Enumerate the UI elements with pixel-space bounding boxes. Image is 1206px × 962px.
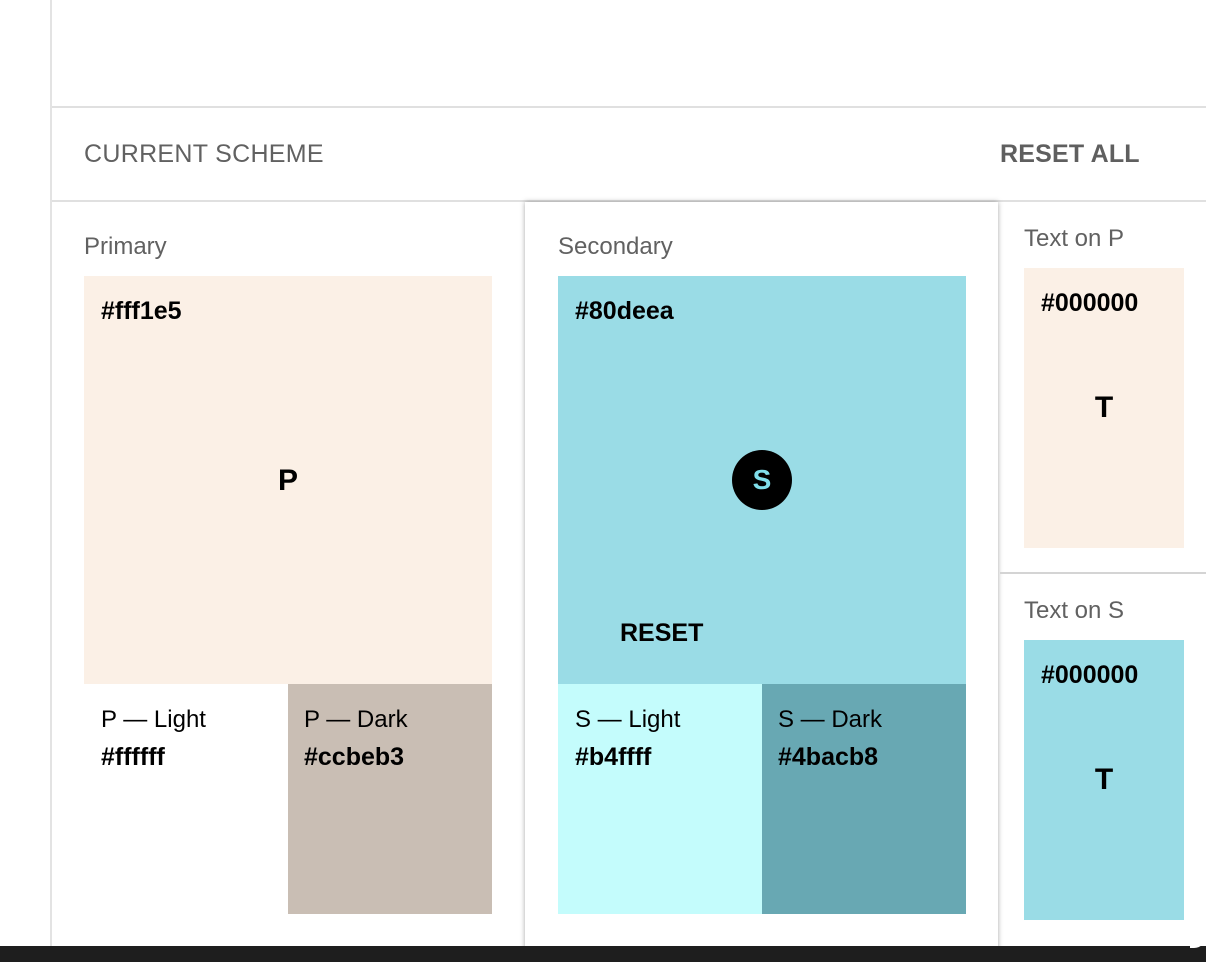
primary-label: Primary xyxy=(84,233,167,260)
text-on-p-label: Text on P xyxy=(1024,225,1125,252)
primary-light-hex: #ffffff xyxy=(101,743,165,771)
primary-dark-swatch[interactable]: P — Dark #ccbeb3 xyxy=(288,684,492,914)
secondary-dark-label: S — Dark xyxy=(778,706,883,733)
text-on-s-swatch[interactable]: #000000 T xyxy=(1024,640,1184,920)
secondary-dark-hex: #4bacb8 xyxy=(778,743,879,771)
secondary-selected-badge: S xyxy=(732,450,792,510)
secondary-reset-button[interactable]: RESET xyxy=(620,619,703,648)
primary-dark-label: P — Dark xyxy=(304,706,408,733)
primary-light-label: P — Light xyxy=(101,706,206,733)
secondary-label: Secondary xyxy=(558,233,673,260)
text-on-s-letter: T xyxy=(1094,763,1114,796)
secondary-light-swatch[interactable]: S — Light #b4ffff xyxy=(558,684,762,914)
text-on-s-hex: #000000 xyxy=(1041,661,1139,689)
text-on-p-hex: #000000 xyxy=(1041,289,1139,317)
primary-dark-hex: #ccbeb3 xyxy=(304,743,405,771)
primary-light-swatch[interactable]: P — Light #ffffff xyxy=(84,684,288,914)
left-divider xyxy=(50,0,52,946)
secondary-swatch[interactable]: #80deea S RESET xyxy=(558,276,966,684)
primary-swatch[interactable]: #fff1e5 P xyxy=(84,276,492,684)
secondary-light-label: S — Light xyxy=(575,706,681,733)
text-section-divider xyxy=(1000,572,1206,574)
secondary-dark-swatch[interactable]: S — Dark #4bacb8 xyxy=(762,684,966,914)
text-on-s-label: Text on S xyxy=(1024,597,1125,624)
secondary-light-hex: #b4ffff xyxy=(575,743,652,771)
reset-all-button[interactable]: RESET ALL xyxy=(1000,140,1140,169)
text-on-p-letter: T xyxy=(1094,391,1114,424)
secondary-hex: #80deea xyxy=(575,297,674,325)
primary-letter: P xyxy=(277,464,298,497)
top-divider xyxy=(52,106,1206,108)
primary-hex: #fff1e5 xyxy=(101,297,182,325)
text-on-p-swatch[interactable]: #000000 T xyxy=(1024,268,1184,548)
bottom-frame xyxy=(0,946,1206,962)
section-title: CURRENT SCHEME xyxy=(84,140,324,168)
